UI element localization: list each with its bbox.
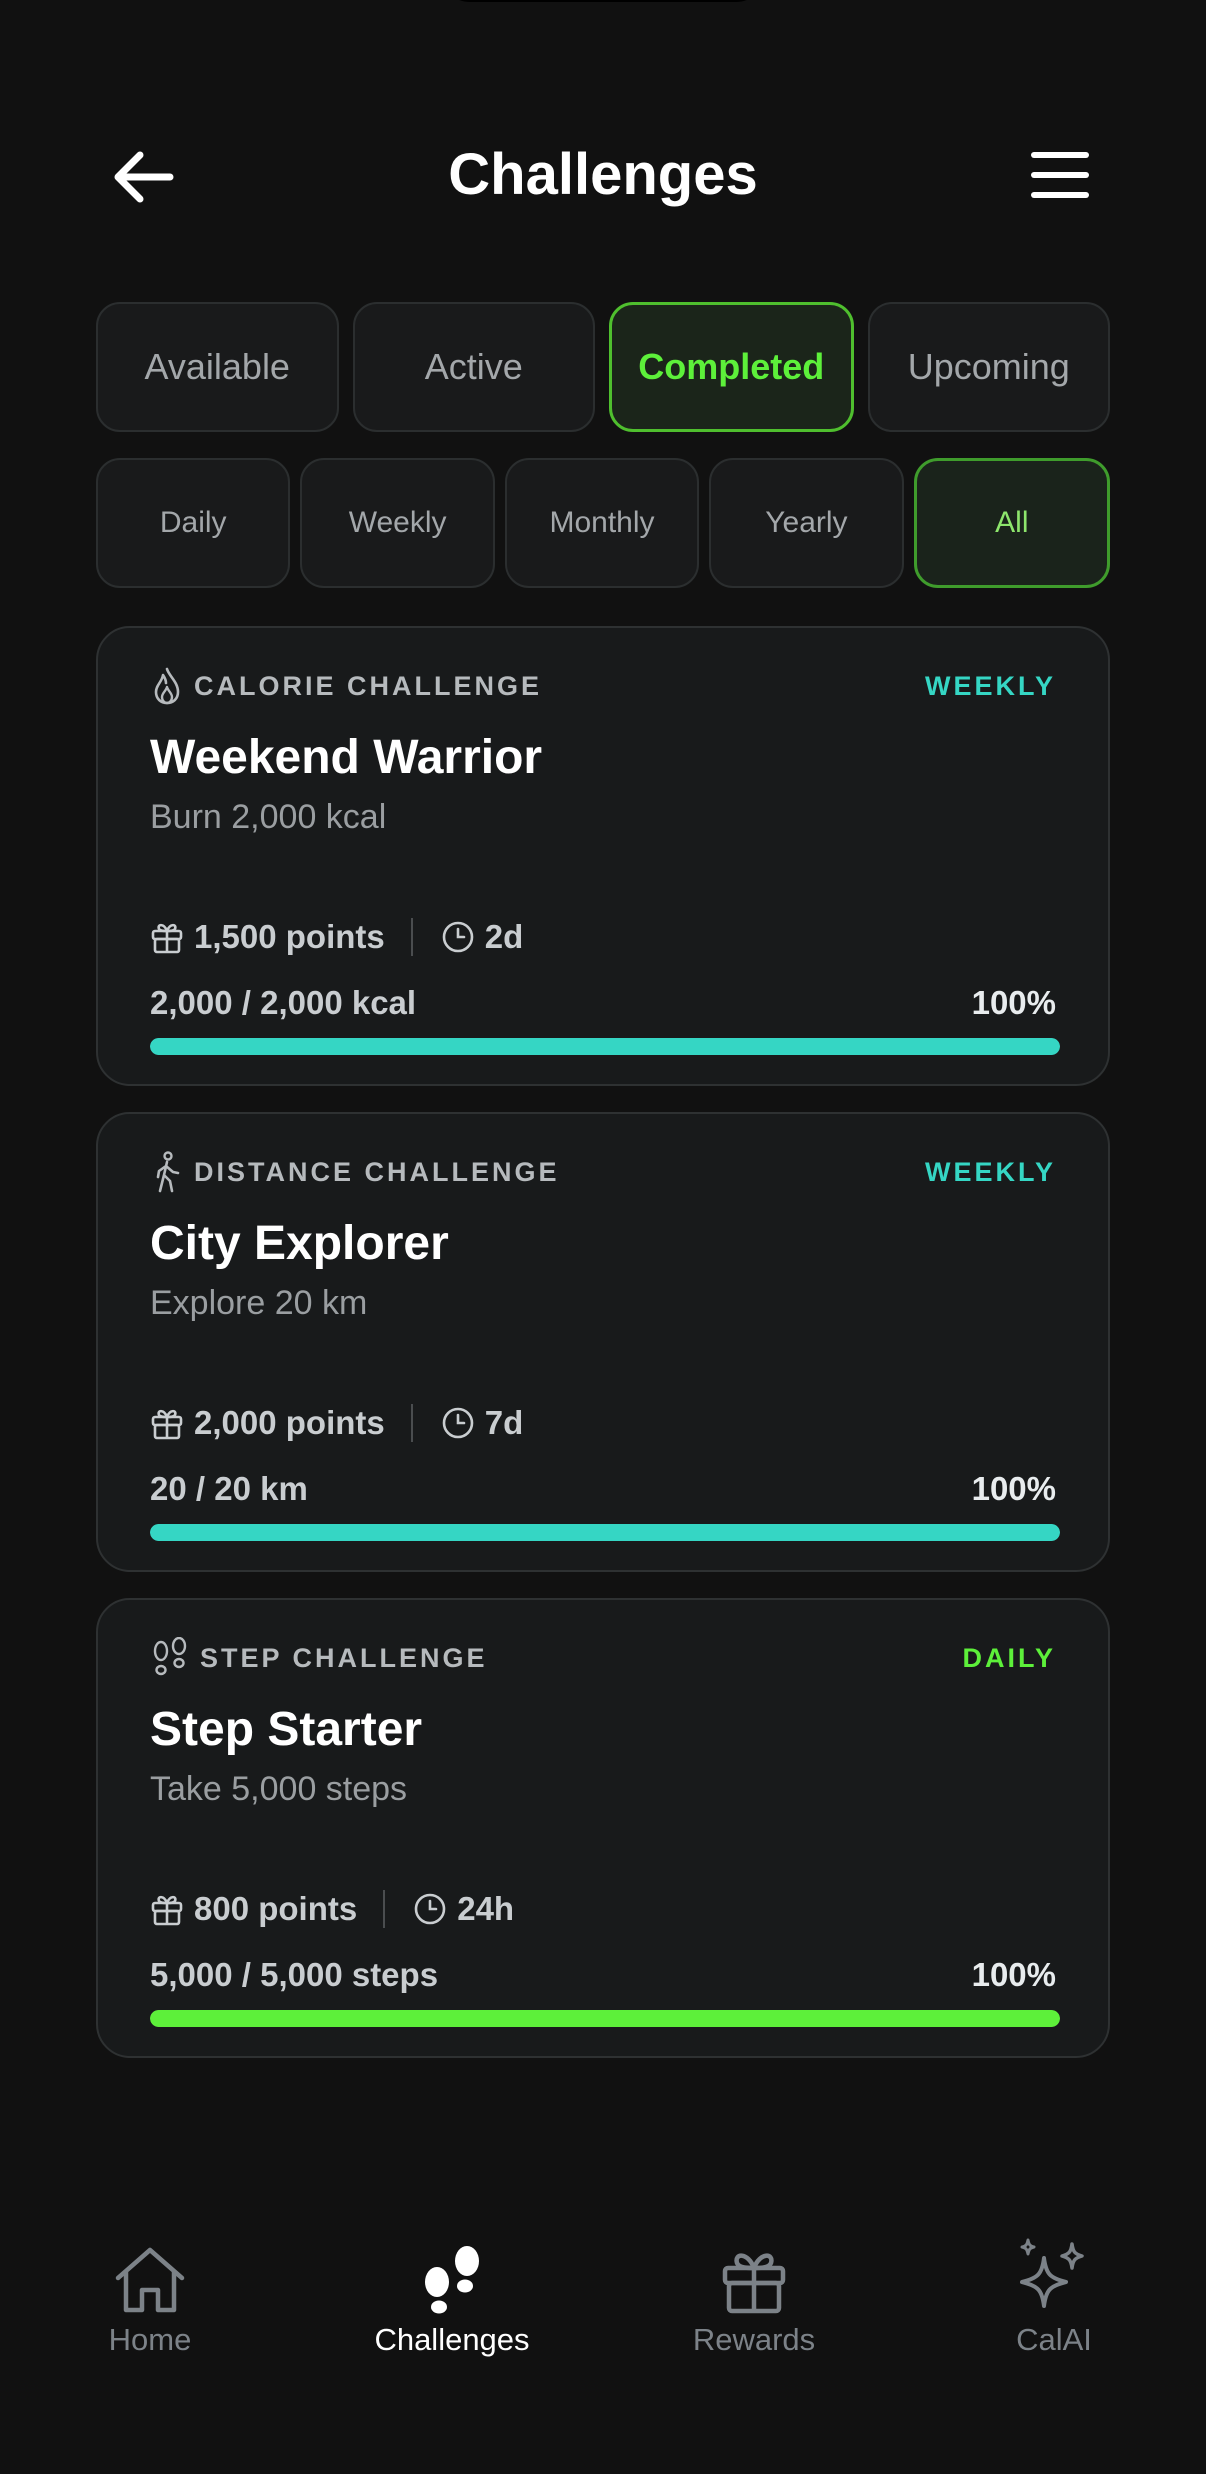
progress-bar [150, 1038, 1060, 1055]
gift-icon [722, 2253, 786, 2314]
clock-icon [442, 1407, 474, 1439]
challenge-card[interactable]: STEP CHALLENGE DAILY Step Starter Take 5… [96, 1598, 1110, 2058]
nav-rewards[interactable]: Rewards [644, 2230, 864, 2370]
progress-bar [150, 1524, 1060, 1541]
challenge-duration: 2d [484, 918, 524, 955]
progress-percent: 100% [971, 1470, 1056, 1507]
challenge-points: 800 points [194, 1890, 358, 1927]
sparkles-icon [1020, 2238, 1084, 2308]
progress-text: 5,000 / 5,000 steps [150, 1956, 439, 1993]
footprints-icon [425, 2246, 479, 2314]
challenge-type-label: CALORIE CHALLENGE [194, 670, 542, 701]
flame-icon [154, 667, 180, 705]
nav-label: CalAI [1016, 2322, 1092, 2357]
menu-button[interactable] [1020, 140, 1100, 210]
clock-icon [414, 1893, 446, 1925]
filter-monthly[interactable]: Monthly [504, 458, 700, 588]
challenge-duration: 24h [457, 1890, 515, 1927]
challenge-duration: 7d [484, 1404, 524, 1441]
nav-calai[interactable]: CalAI [944, 2230, 1164, 2370]
hamburger-menu-icon [1031, 152, 1089, 198]
filter-all[interactable]: All [913, 458, 1111, 588]
progress-bar-fill [150, 1524, 1060, 1541]
status-tabs: Available Active Completed Upcoming [96, 302, 1110, 432]
progress-bar-fill [150, 1038, 1060, 1055]
challenge-period-badge: DAILY [962, 1643, 1056, 1673]
gift-icon [151, 1895, 183, 1926]
nav-label: Challenges [374, 2322, 530, 2357]
filter-weekly[interactable]: Weekly [300, 458, 495, 588]
nav-challenges[interactable]: Challenges [342, 2230, 562, 2370]
period-filters: Daily Weekly Monthly Yearly All [96, 458, 1111, 588]
challenge-meta: 1,500 points 2d [150, 914, 523, 960]
progress-percent: 100% [971, 984, 1056, 1021]
home-icon [115, 2247, 185, 2313]
app-header: Challenges [0, 120, 1206, 230]
filter-daily[interactable]: Daily [96, 458, 291, 588]
nav-label: Home [108, 2322, 192, 2357]
meta-divider [410, 918, 413, 956]
back-button[interactable] [102, 142, 182, 212]
challenge-description: Burn 2,000 kcal [150, 798, 387, 836]
progress-percent: 100% [971, 1956, 1056, 1993]
challenge-card[interactable]: CALORIE CHALLENGE WEEKLY Weekend Warrior… [96, 626, 1110, 1086]
tab-active[interactable]: Active [352, 302, 595, 432]
progress-text: 2,000 / 2,000 kcal [150, 984, 417, 1021]
meta-divider [410, 1404, 413, 1442]
progress-bar [150, 2010, 1060, 2027]
challenge-description: Take 5,000 steps [150, 1770, 408, 1808]
gift-icon [151, 1409, 183, 1440]
challenge-points: 2,000 points [194, 1404, 385, 1441]
challenge-meta: 2,000 points 7d [150, 1400, 523, 1446]
footprints-icon [153, 1637, 187, 1676]
challenge-title: City Explorer [150, 1217, 449, 1270]
challenge-meta: 800 points 24h [150, 1886, 514, 1932]
bottom-navigation: Home Challenges Rewards CalAI [0, 2230, 1206, 2410]
challenge-description: Explore 20 km [150, 1284, 368, 1322]
challenge-title: Step Starter [150, 1703, 423, 1756]
walking-person-icon [156, 1151, 180, 1193]
arrow-left-icon [114, 151, 174, 203]
meta-divider [383, 1890, 386, 1928]
progress-bar-fill [150, 2010, 1060, 2027]
nav-label: Rewards [692, 2322, 816, 2357]
filter-yearly[interactable]: Yearly [709, 458, 904, 588]
tab-available[interactable]: Available [96, 302, 339, 432]
progress-text: 20 / 20 km [150, 1470, 308, 1507]
challenge-period-badge: WEEKLY [924, 671, 1056, 701]
challenge-period-badge: WEEKLY [924, 1157, 1056, 1187]
challenge-card[interactable]: DISTANCE CHALLENGE WEEKLY City Explorer … [96, 1112, 1110, 1572]
nav-home[interactable]: Home [40, 2230, 260, 2370]
device-notch [440, 0, 766, 2]
challenge-type-label: DISTANCE CHALLENGE [194, 1156, 560, 1187]
challenge-type-label: STEP CHALLENGE [200, 1642, 488, 1673]
challenge-points: 1,500 points [194, 918, 385, 955]
clock-icon [442, 921, 474, 953]
tab-upcoming[interactable]: Upcoming [867, 302, 1110, 432]
gift-icon [151, 923, 183, 954]
tab-completed[interactable]: Completed [609, 302, 854, 432]
challenge-title: Weekend Warrior [150, 731, 543, 784]
